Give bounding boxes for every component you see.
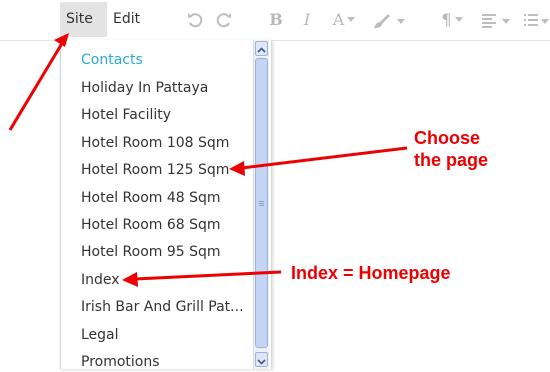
font-color-icon[interactable]: A [328,8,360,32]
annotation-choose-line2: the page [414,150,489,170]
page-item-legal[interactable]: Legal [81,325,119,345]
editor-toolbar: Site Edit B I A ¶ [0,0,550,56]
edit-menu-label: Edit [113,11,141,27]
scrollbar-thumb[interactable] [255,58,268,348]
page-item-hotel-room-68[interactable]: Hotel Room 68 Sqm [81,215,221,235]
page-item-promotions[interactable]: Promotions [81,352,160,369]
thumb-grip-line [259,205,264,206]
page-item-hotel-room-48[interactable]: Hotel Room 48 Sqm [81,188,221,208]
paragraph-icon[interactable]: ¶ [434,8,470,32]
site-pages-dropdown: Contacts Holiday In Pattaya Hotel Facili… [60,40,272,369]
chevron-down-icon [257,359,266,365]
thumb-grip-line [259,201,264,202]
edit-menu-button[interactable]: Edit [107,2,157,56]
site-menu-label: Site [66,11,93,27]
undo-icon[interactable] [186,8,204,32]
bold-icon[interactable]: B [267,8,285,32]
page-item-holiday-in-pattaya[interactable]: Holiday In Pattaya [81,78,208,98]
align-icon[interactable] [480,8,514,32]
scroll-down-button[interactable] [255,352,268,367]
page-item-hotel-facility[interactable]: Hotel Facility [81,105,171,125]
page-item-irish-bar[interactable]: Irish Bar And Grill Pat... [81,297,244,317]
arrow-to-site-menu [8,39,66,131]
list-icon[interactable] [522,8,550,32]
annotation-choose-line1: Choose [414,128,481,148]
brush-icon[interactable] [370,8,406,32]
italic-icon[interactable]: I [298,8,316,32]
page-item-index[interactable]: Index [81,270,120,290]
page-item-hotel-room-125[interactable]: Hotel Room 125 Sqm [81,160,229,180]
page-item-hotel-room-108[interactable]: Hotel Room 108 Sqm [81,133,229,153]
chevron-down-icon [454,17,463,22]
page-item-contacts[interactable]: Contacts [81,50,143,70]
site-menu-button[interactable]: Site [60,2,107,56]
thumb-grip-line [259,203,264,204]
page-item-hotel-room-95[interactable]: Hotel Room 95 Sqm [81,242,221,262]
chevron-down-icon [347,17,356,22]
redo-icon[interactable] [215,8,233,32]
annotation-index-homepage: Index = Homepage [291,263,451,283]
dropdown-scrollbar[interactable] [253,40,269,369]
scroll-up-button[interactable] [255,41,268,56]
chevron-up-icon [257,47,266,53]
